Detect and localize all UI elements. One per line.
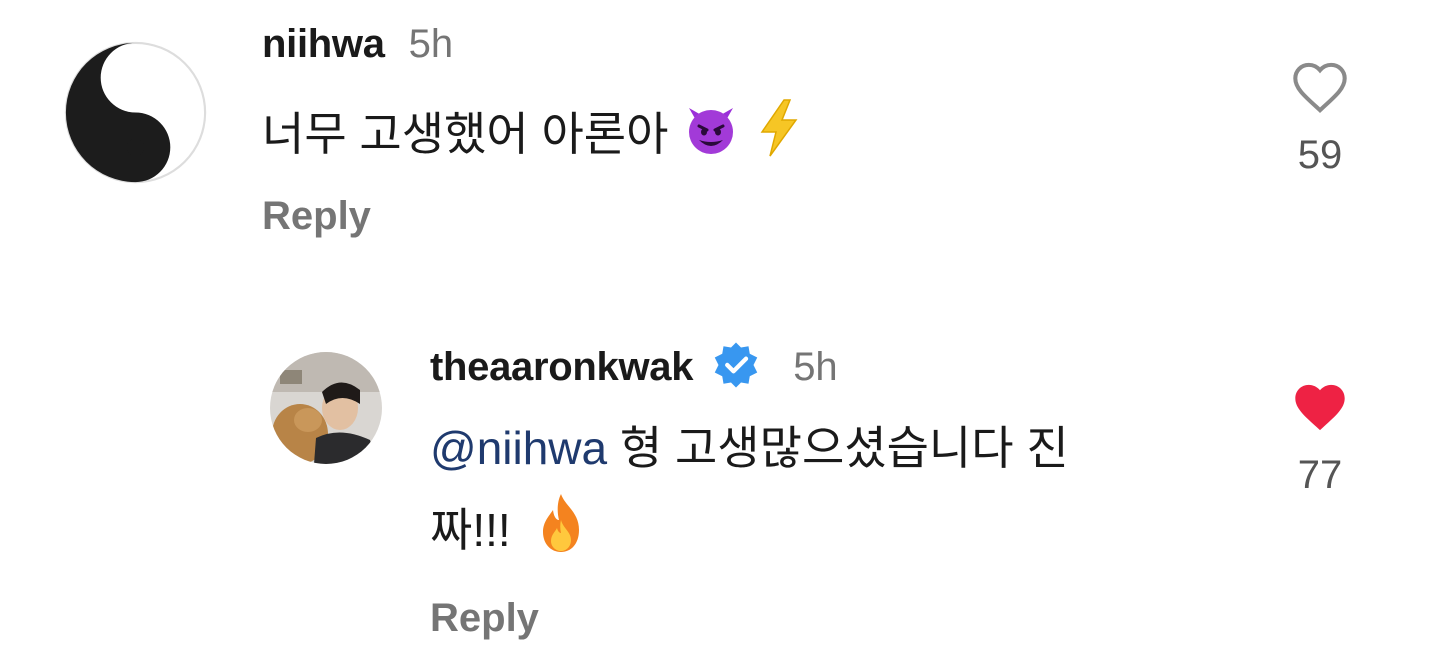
like-area: 77	[1280, 378, 1360, 498]
username[interactable]: niihwa	[262, 22, 385, 67]
comment-text-line1: 형 고생많으셨습니다 진	[619, 422, 1069, 474]
like-area: 59	[1280, 58, 1360, 178]
timestamp: 5h	[793, 345, 838, 389]
comment-text: 너무 고생했어 아론아	[262, 98, 804, 166]
comment-text-content: 너무 고생했어 아론아	[262, 108, 669, 160]
mention-link[interactable]: @niihwa	[430, 422, 607, 474]
comment-text-line2: 짜!!!	[430, 504, 511, 556]
like-count: 77	[1297, 453, 1343, 497]
profile-photo	[270, 352, 382, 464]
avatar[interactable]	[270, 352, 382, 464]
fire-emoji-icon	[543, 494, 580, 552]
yin-yang-icon	[64, 41, 207, 184]
comment-text: @niihwa 형 고생많으셨습니다 진 짜!!!	[430, 416, 1230, 562]
lightning-emoji-icon	[760, 99, 798, 157]
reply-button[interactable]: Reply	[430, 596, 539, 641]
reply-button[interactable]: Reply	[262, 194, 371, 239]
verified-badge-icon	[711, 340, 761, 395]
avatar[interactable]	[63, 40, 208, 185]
heart-filled-icon[interactable]	[1289, 378, 1351, 434]
like-count: 59	[1297, 133, 1343, 177]
username[interactable]: theaaronkwak	[430, 345, 693, 390]
timestamp: 5h	[408, 22, 454, 66]
heart-outline-icon[interactable]	[1289, 58, 1351, 114]
smiling-devil-emoji-icon	[689, 108, 734, 154]
